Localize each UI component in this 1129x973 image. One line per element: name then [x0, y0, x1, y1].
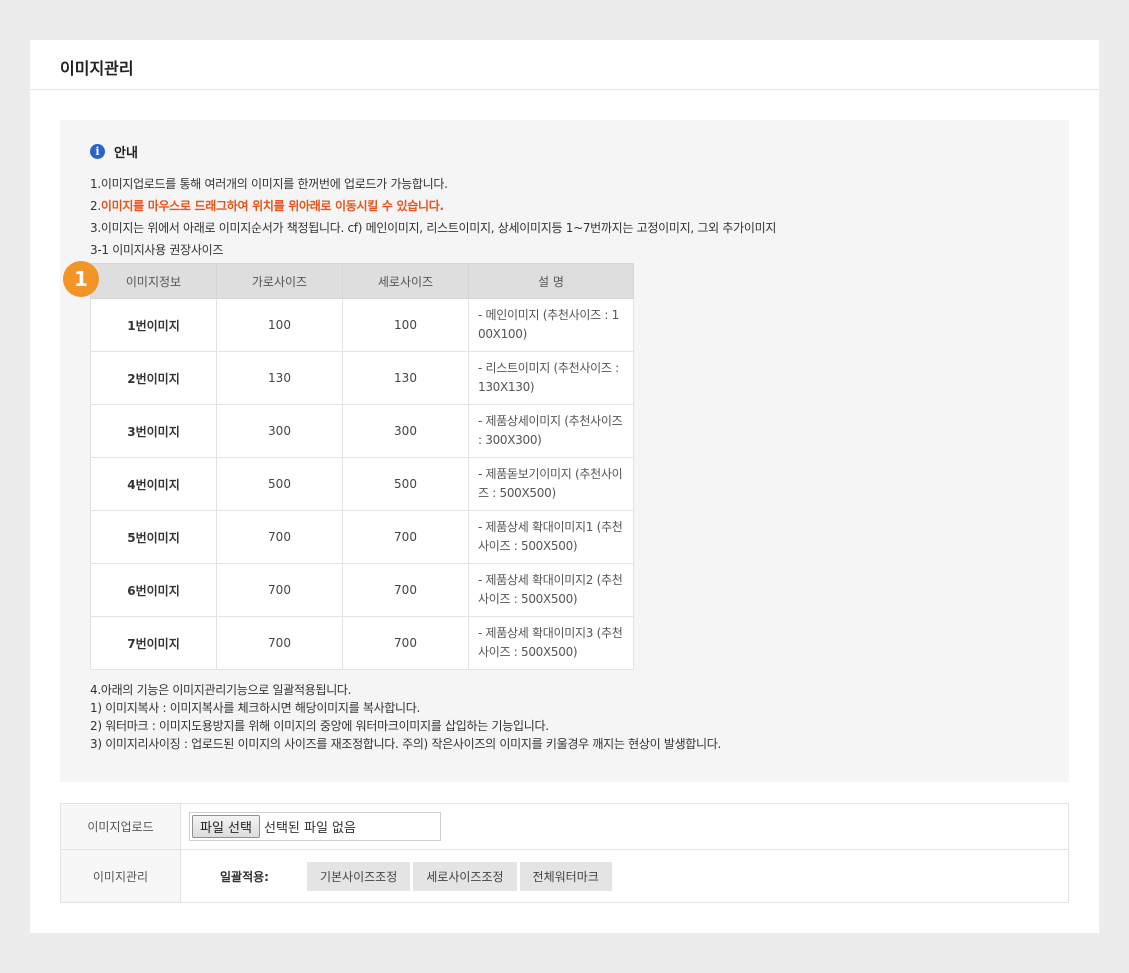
file-input[interactable]: 파일 선택 선택된 파일 없음 [189, 812, 441, 841]
default-resize-button[interactable]: 기본사이즈조정 [306, 861, 411, 891]
column-header: 이미지정보 [90, 263, 217, 299]
notice-line-3: 3.이미지는 위에서 아래로 이미지순서가 책정됩니다. cf) 메인이미지, … [90, 221, 777, 235]
image-description: - 제품상세 확대이미지1 (추천사이즈 : 500X500) [468, 510, 634, 564]
image-form-table: 이미지업로드 파일 선택 선택된 파일 없음 이미지관리 일괄적용: 기본사이즈… [60, 803, 1069, 903]
page-title: 이미지관리 [30, 40, 1099, 90]
image-height: 100 [342, 298, 469, 352]
image-width: 700 [216, 563, 343, 617]
table-row: 7번이미지 700 700 - 제품상세 확대이미지3 (추천사이즈 : 500… [90, 616, 634, 670]
image-height: 300 [342, 404, 469, 458]
image-height: 700 [342, 616, 469, 670]
watermark-all-button[interactable]: 전체워터마크 [519, 861, 612, 891]
image-width: 130 [216, 351, 343, 405]
image-label: 3번이미지 [90, 404, 217, 458]
image-manage-card: 이미지관리 i 안내 1.이미지업로드를 통해 여러개의 이미지를 한꺼번에 업… [30, 40, 1099, 933]
step-badge: 1 [63, 261, 99, 297]
image-label: 7번이미지 [90, 616, 217, 670]
image-width: 300 [216, 404, 343, 458]
image-description: - 리스트이미지 (추천사이즈 : 130X130) [468, 351, 634, 405]
notice-line-3-1: 3-1 이미지사용 권장사이즈 [90, 243, 224, 257]
image-height: 700 [342, 510, 469, 564]
notice-header: i 안내 [90, 142, 1069, 161]
upload-label: 이미지업로드 [60, 803, 181, 850]
table-row: 5번이미지 700 700 - 제품상세 확대이미지1 (추천사이즈 : 500… [90, 510, 634, 564]
image-label: 6번이미지 [90, 563, 217, 617]
column-header: 가로사이즈 [216, 263, 343, 299]
file-status: 선택된 파일 없음 [263, 821, 356, 836]
apply-label: 일괄적용: [220, 869, 269, 884]
image-description: - 제품상세 확대이미지2 (추천사이즈 : 500X500) [468, 563, 634, 617]
notice-line-1: 1.이미지업로드를 통해 여러개의 이미지를 한꺼번에 업로드가 가능합니다. [90, 177, 448, 191]
notice-line-watermark: 2) 워터마크 : 이미지도용방지를 위해 이미지의 중앙에 워터마크이미지를 … [90, 719, 549, 733]
image-label: 5번이미지 [90, 510, 217, 564]
manage-row: 이미지관리 일괄적용: 기본사이즈조정 세로사이즈조정 전체워터마크 [60, 849, 1069, 903]
notice-line-2: 2.이미지를 마우스로 드래그하여 위치를 위아래로 이동시킬 수 있습니다. [90, 197, 1069, 215]
image-label: 1번이미지 [90, 298, 217, 352]
notice-title: 안내 [114, 145, 138, 161]
table-row: 6번이미지 700 700 - 제품상세 확대이미지2 (추천사이즈 : 500… [90, 563, 634, 617]
column-header: 세로사이즈 [342, 263, 469, 299]
table-row: 3번이미지 300 300 - 제품상세이미지 (추천사이즈 : 300X300… [90, 404, 634, 458]
image-description: - 제품돋보기이미지 (추천사이즈 : 500X500) [468, 457, 634, 511]
image-height: 500 [342, 457, 469, 511]
upload-cell: 파일 선택 선택된 파일 없음 [180, 803, 1069, 850]
notice-box: i 안내 1.이미지업로드를 통해 여러개의 이미지를 한꺼번에 업로드가 가능… [60, 120, 1069, 782]
image-description: - 메인이미지 (추천사이즈 : 100X100) [468, 298, 634, 352]
image-width: 500 [216, 457, 343, 511]
notice-line-resize: 3) 이미지리사이징 : 업로드된 이미지의 사이즈를 재조정합니다. 주의) … [90, 737, 722, 751]
image-label: 2번이미지 [90, 351, 217, 405]
table-header-row: 이미지정보 가로사이즈 세로사이즈 설 명 [90, 263, 634, 299]
image-description: - 제품상세이미지 (추천사이즈 : 300X300) [468, 404, 634, 458]
image-width: 700 [216, 616, 343, 670]
image-height: 130 [342, 351, 469, 405]
notice-line-2-text: 이미지를 마우스로 드래그하여 위치를 위아래로 이동시킬 수 있습니다. [100, 199, 444, 213]
notice-line-copy: 1) 이미지복사 : 이미지복사를 체크하시면 해당이미지를 복사합니다. [90, 701, 421, 715]
image-width: 700 [216, 510, 343, 564]
upload-row: 이미지업로드 파일 선택 선택된 파일 없음 [60, 803, 1069, 850]
manage-cell: 일괄적용: 기본사이즈조정 세로사이즈조정 전체워터마크 [180, 849, 1069, 903]
image-description: - 제품상세 확대이미지3 (추천사이즈 : 500X500) [468, 616, 634, 670]
column-header: 설 명 [468, 263, 634, 299]
notice-line-4: 4.아래의 기능은 이미지관리기능으로 일괄적용됩니다. [90, 683, 352, 697]
manage-label: 이미지관리 [60, 849, 181, 903]
table-row: 2번이미지 130 130 - 리스트이미지 (추천사이즈 : 130X130) [90, 351, 634, 405]
image-label: 4번이미지 [90, 457, 217, 511]
image-size-table: 이미지정보 가로사이즈 세로사이즈 설 명 1번이미지 100 100 - 메인… [90, 263, 634, 670]
image-width: 100 [216, 298, 343, 352]
file-select-button[interactable]: 파일 선택 [192, 815, 260, 838]
vertical-resize-button[interactable]: 세로사이즈조정 [413, 861, 517, 891]
table-row: 4번이미지 500 500 - 제품돋보기이미지 (추천사이즈 : 500X50… [90, 457, 634, 511]
notice-line-2-number: 2. [90, 199, 101, 213]
image-height: 700 [342, 563, 469, 617]
info-icon: i [90, 143, 105, 159]
table-row: 1번이미지 100 100 - 메인이미지 (추천사이즈 : 100X100) [90, 298, 634, 352]
